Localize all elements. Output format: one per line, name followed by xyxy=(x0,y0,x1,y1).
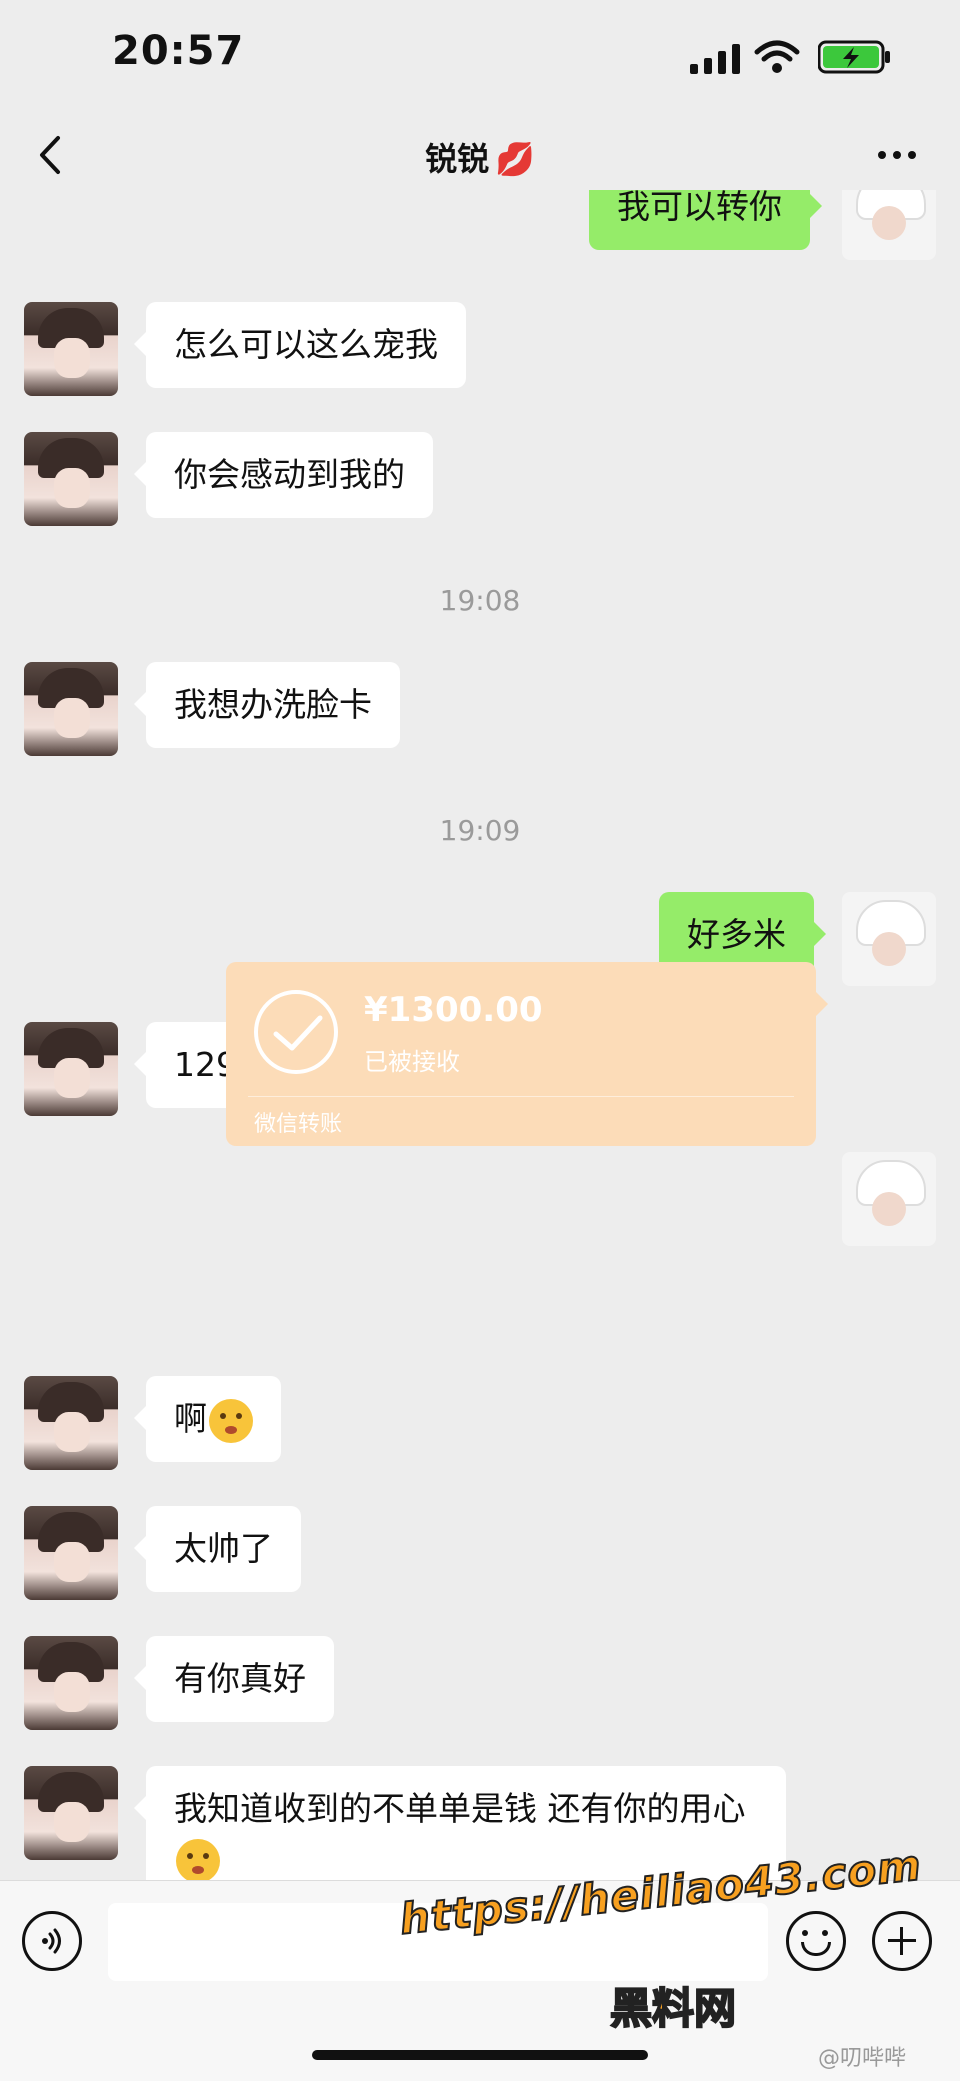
contact-avatar[interactable] xyxy=(24,302,118,396)
contact-name: 锐锐 xyxy=(425,140,490,178)
signal-icon xyxy=(690,44,740,74)
check-circle-icon xyxy=(254,990,338,1074)
emoji-button[interactable] xyxy=(786,1911,846,1971)
timestamp: 19:08 xyxy=(439,584,521,617)
my-avatar[interactable] xyxy=(842,892,936,986)
contact-avatar[interactable] xyxy=(24,1022,118,1116)
message-text: 我想办洗脸卡 xyxy=(174,685,372,724)
transfer-amount: ¥1300.00 xyxy=(364,990,543,1030)
message-text: 怎么可以这么宠我 xyxy=(174,325,438,364)
contact-avatar[interactable] xyxy=(24,432,118,526)
status-time: 20:57 xyxy=(112,28,245,74)
nav-bar: 锐锐 💋 xyxy=(0,120,960,190)
message-text: 我可以转你 xyxy=(617,190,782,226)
transfer-card[interactable]: ¥1300.00 已被接收 微信转账 xyxy=(226,962,828,1146)
message-bubble-received[interactable]: 我想办洗脸卡 xyxy=(134,662,400,748)
more-options-button[interactable] xyxy=(872,138,922,172)
wifi-icon xyxy=(754,40,800,73)
message-text: 好多米 xyxy=(687,915,786,954)
my-avatar[interactable] xyxy=(842,1152,936,1246)
message-bubble-sent[interactable]: 我可以转你 xyxy=(589,190,822,250)
contact-avatar[interactable] xyxy=(24,662,118,756)
voice-input-button[interactable] xyxy=(22,1911,82,1971)
chat-title: 锐锐 💋 xyxy=(0,134,960,180)
transfer-status: 已被接收 xyxy=(364,1048,460,1076)
message-bubble-received[interactable]: 怎么可以这么宠我 xyxy=(134,302,466,388)
timestamp: 19:09 xyxy=(439,814,521,847)
transfer-footer-label: 微信转账 xyxy=(254,1112,343,1137)
message-text: 你会感动到我的 xyxy=(174,455,405,494)
message-bubble-received[interactable]: 你会感动到我的 xyxy=(134,432,433,518)
battery-charging-icon xyxy=(818,40,890,74)
kiss-lips-emoji: 💋 xyxy=(495,140,535,178)
my-avatar[interactable] xyxy=(842,190,936,260)
watermark-site-name: 黑料网 xyxy=(609,1983,737,2034)
status-bar: 20:57 xyxy=(0,0,960,120)
divider xyxy=(248,1096,794,1097)
more-actions-button[interactable] xyxy=(872,1911,932,1971)
home-indicator[interactable] xyxy=(312,2050,648,2060)
weibo-watermark: @叨哔哔 xyxy=(818,2046,907,2071)
